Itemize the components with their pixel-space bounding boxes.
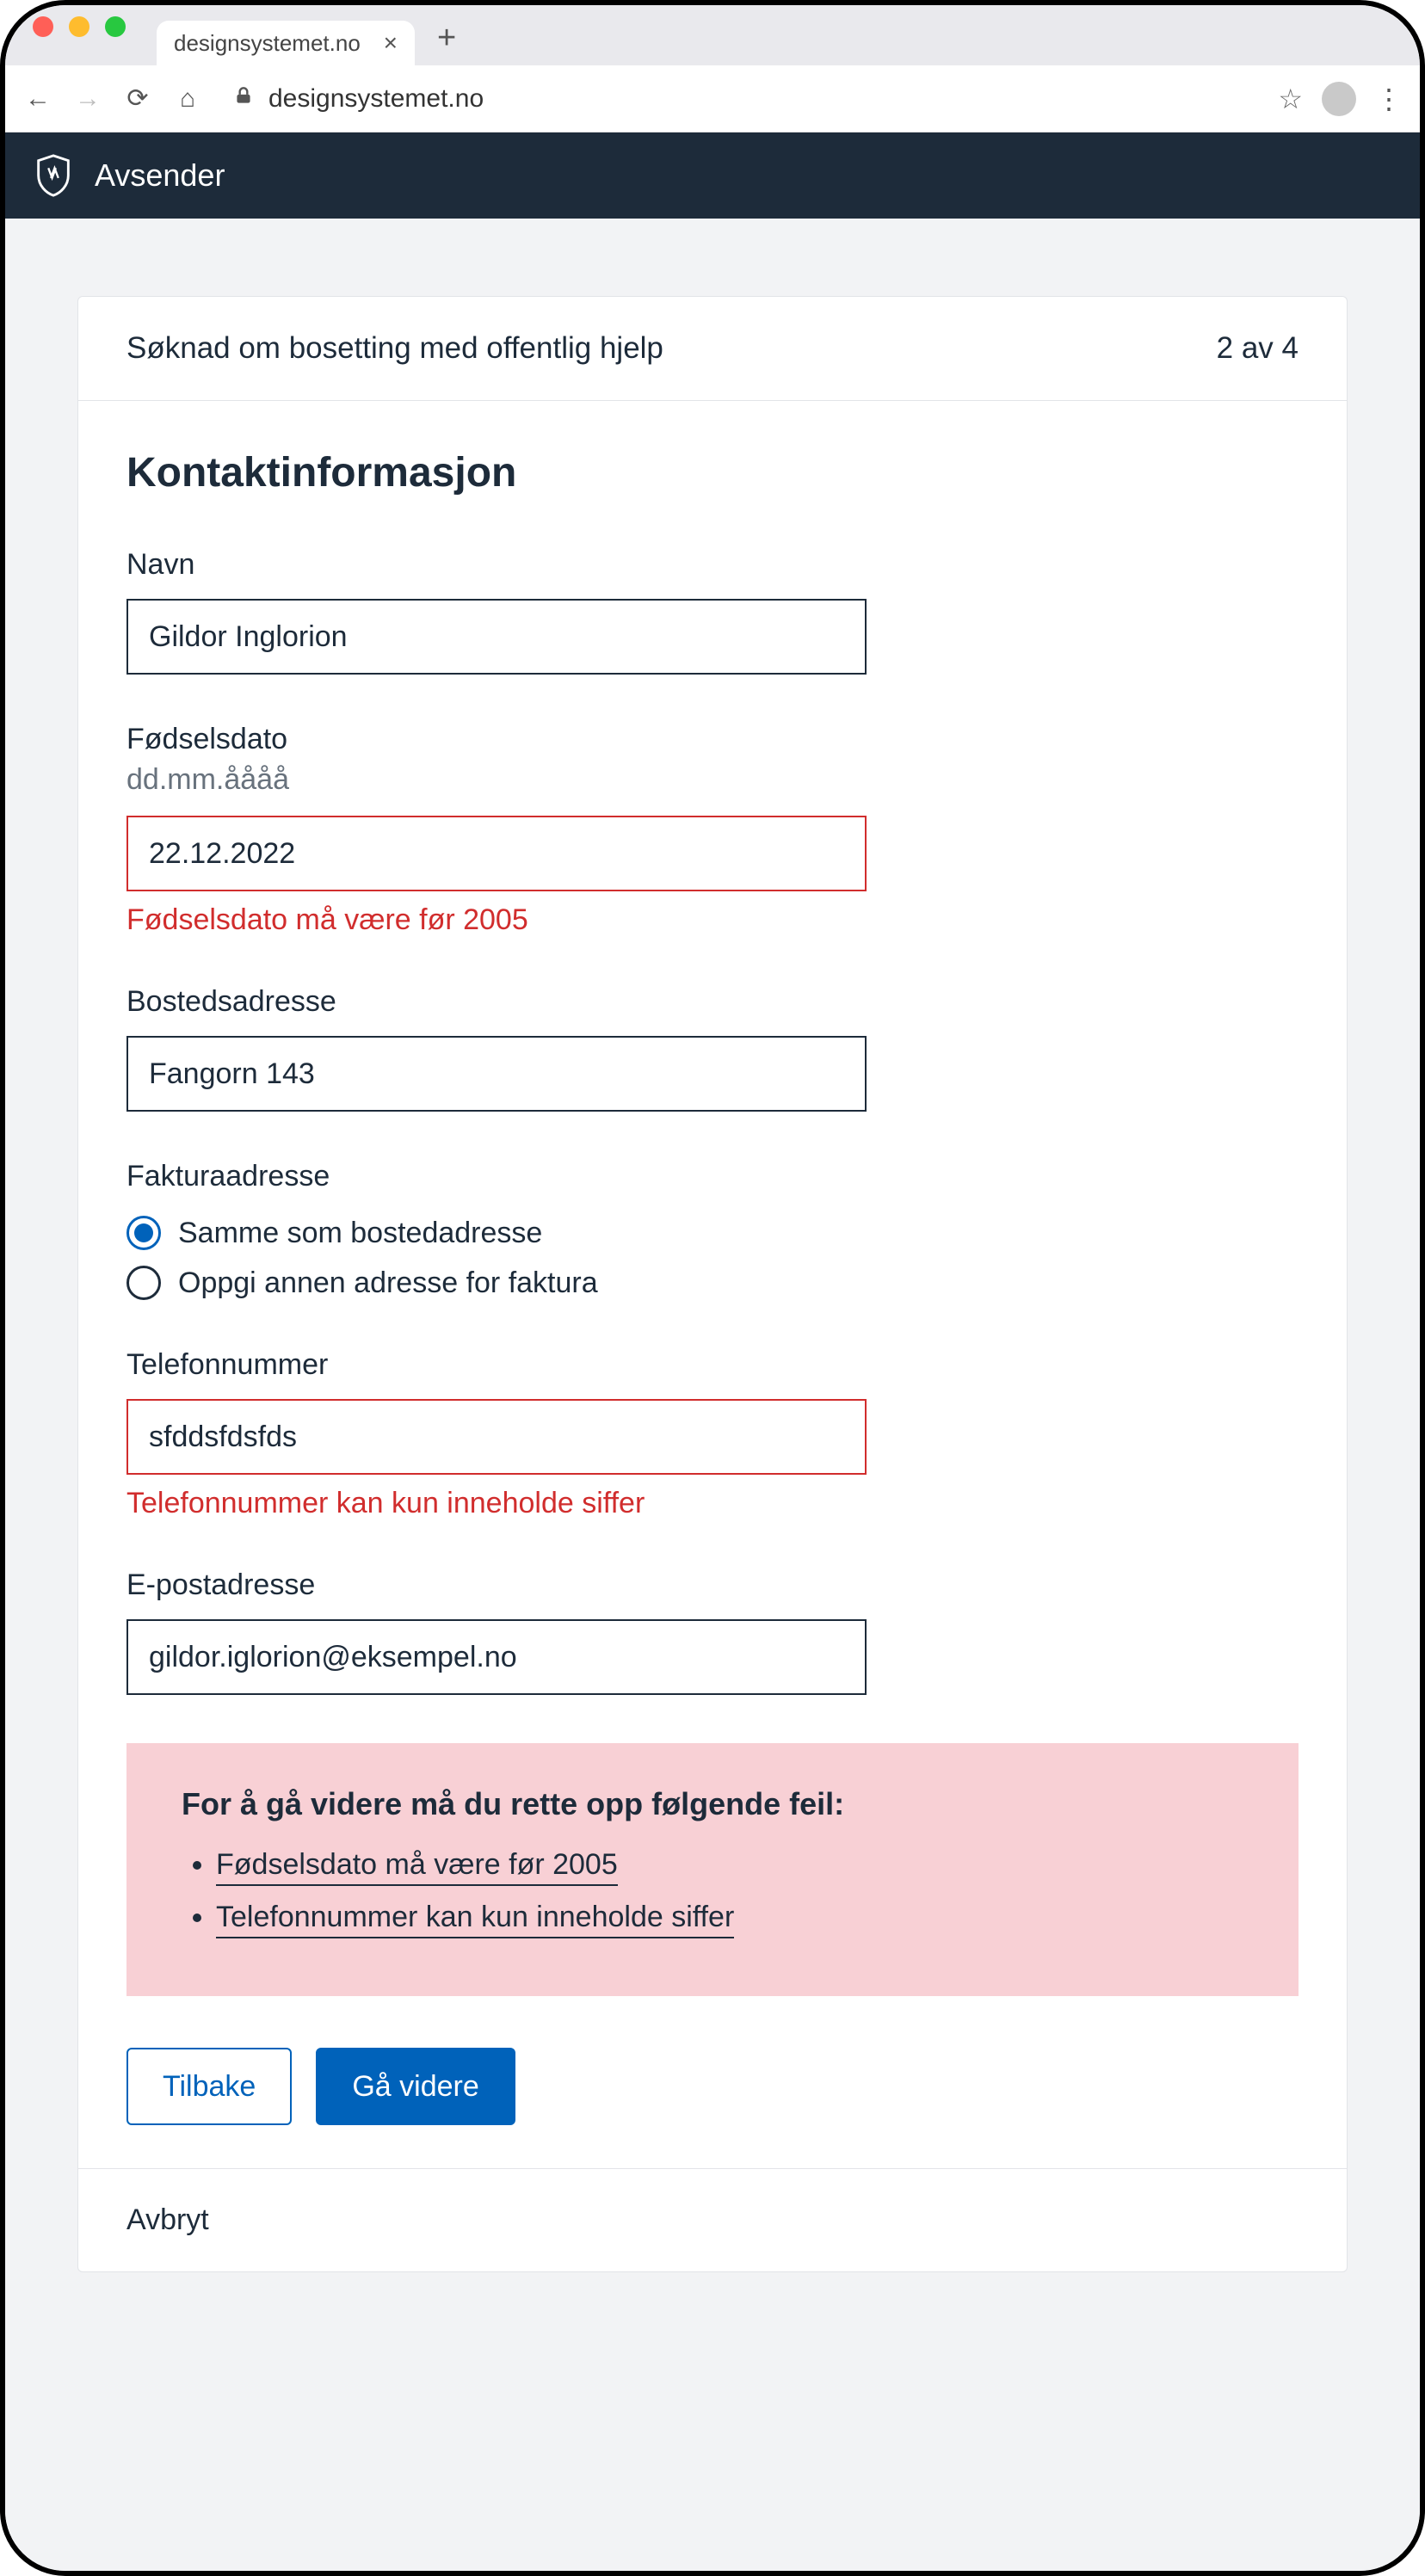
field-email: E-postadresse [126,1568,1299,1695]
bookmark-star-icon[interactable]: ☆ [1278,83,1303,115]
card-header: Søknad om bosetting med offentlig hjelp … [78,297,1347,401]
invoice-option-same[interactable]: Samme som bostedadresse [126,1216,1299,1250]
card-title: Søknad om bosetting med offentlig hjelp [126,331,663,366]
profile-avatar[interactable] [1322,82,1356,116]
error-summary-item[interactable]: Telefonnummer kan kun inneholde siffer [216,1901,1243,1934]
address-input[interactable] [126,1036,867,1112]
browser-home-icon[interactable]: ⌂ [172,84,203,114]
browser-url-text: designsystemet.no [268,84,484,114]
error-summary: For å gå videre må du rette opp følgende… [126,1743,1299,1996]
page-content: Søknad om bosetting med offentlig hjelp … [5,219,1420,2571]
phone-error: Telefonnummer kan kun inneholde siffer [126,1487,1299,1520]
lock-icon [232,84,255,113]
browser-menu-icon[interactable]: ⋮ [1375,83,1403,115]
birthdate-hint: dd.mm.åååå [126,763,1299,797]
page-title: Kontaktinformasjon [126,449,1299,496]
browser-tab-title: designsystemet.no [174,32,361,54]
phone-input[interactable] [126,1399,867,1475]
browser-address-bar: ← → ⟳ ⌂ designsystemet.no ☆ ⋮ [5,65,1420,132]
app-title: Avsender [95,157,225,194]
field-name: Navn [126,548,1299,675]
window-close-icon[interactable] [33,16,53,37]
step-indicator: 2 av 4 [1217,331,1299,366]
close-tab-icon[interactable]: × [384,31,398,55]
name-label: Navn [126,548,1299,582]
back-button[interactable]: Tilbake [126,2048,292,2125]
form-actions: Tilbake Gå videre [126,1996,1299,2168]
invoice-address-legend: Fakturaadresse [126,1160,330,1193]
address-label: Bostedsadresse [126,985,1299,1019]
field-address: Bostedsadresse [126,985,1299,1112]
invoice-option-other[interactable]: Oppgi annen adresse for faktura [126,1266,1299,1300]
radio-label: Samme som bostedadresse [178,1217,542,1250]
window-maximize-icon[interactable] [105,16,126,37]
card-footer: Avbryt [78,2168,1347,2271]
radio-icon [126,1216,161,1250]
radio-label: Oppgi annen adresse for faktura [178,1266,598,1300]
name-input[interactable] [126,599,867,675]
device-frame: designsystemet.no × + ← → ⟳ ⌂ designsyst… [0,0,1425,2576]
email-input[interactable] [126,1619,867,1695]
birthdate-error: Fødselsdato må være før 2005 [126,903,1299,937]
cancel-link[interactable]: Avbryt [126,2203,209,2236]
birthdate-input[interactable] [126,816,867,891]
new-tab-button[interactable]: + [437,20,456,57]
email-label: E-postadresse [126,1568,1299,1602]
birthdate-label: Fødselsdato [126,723,1299,756]
window-traffic-lights [21,5,131,65]
phone-label: Telefonnummer [126,1348,1299,1382]
radio-icon [126,1266,161,1300]
browser-back-icon[interactable]: ← [22,84,53,114]
browser-tab-bar: designsystemet.no × + [5,5,1420,65]
field-invoice-address: Fakturaadresse Samme som bostedadresse O… [126,1160,1299,1300]
window-minimize-icon[interactable] [69,16,89,37]
error-summary-heading: For å gå videre må du rette opp følgende… [182,1786,1243,1822]
field-phone: Telefonnummer Telefonnummer kan kun inne… [126,1348,1299,1520]
browser-forward-icon[interactable]: → [72,84,103,114]
next-button[interactable]: Gå videre [316,2048,515,2125]
browser-url-field[interactable]: designsystemet.no [222,84,1259,114]
app-header: Avsender [5,132,1420,219]
form-card: Søknad om bosetting med offentlig hjelp … [77,296,1348,2272]
norwegian-crest-icon [33,153,74,198]
error-summary-item[interactable]: Fødselsdato må være før 2005 [216,1848,1243,1882]
browser-reload-icon[interactable]: ⟳ [122,83,153,114]
field-birthdate: Fødselsdato dd.mm.åååå Fødselsdato må væ… [126,723,1299,937]
browser-tab[interactable]: designsystemet.no × [157,21,415,65]
card-body: Kontaktinformasjon Navn Fødselsdato dd.m… [78,401,1347,2168]
